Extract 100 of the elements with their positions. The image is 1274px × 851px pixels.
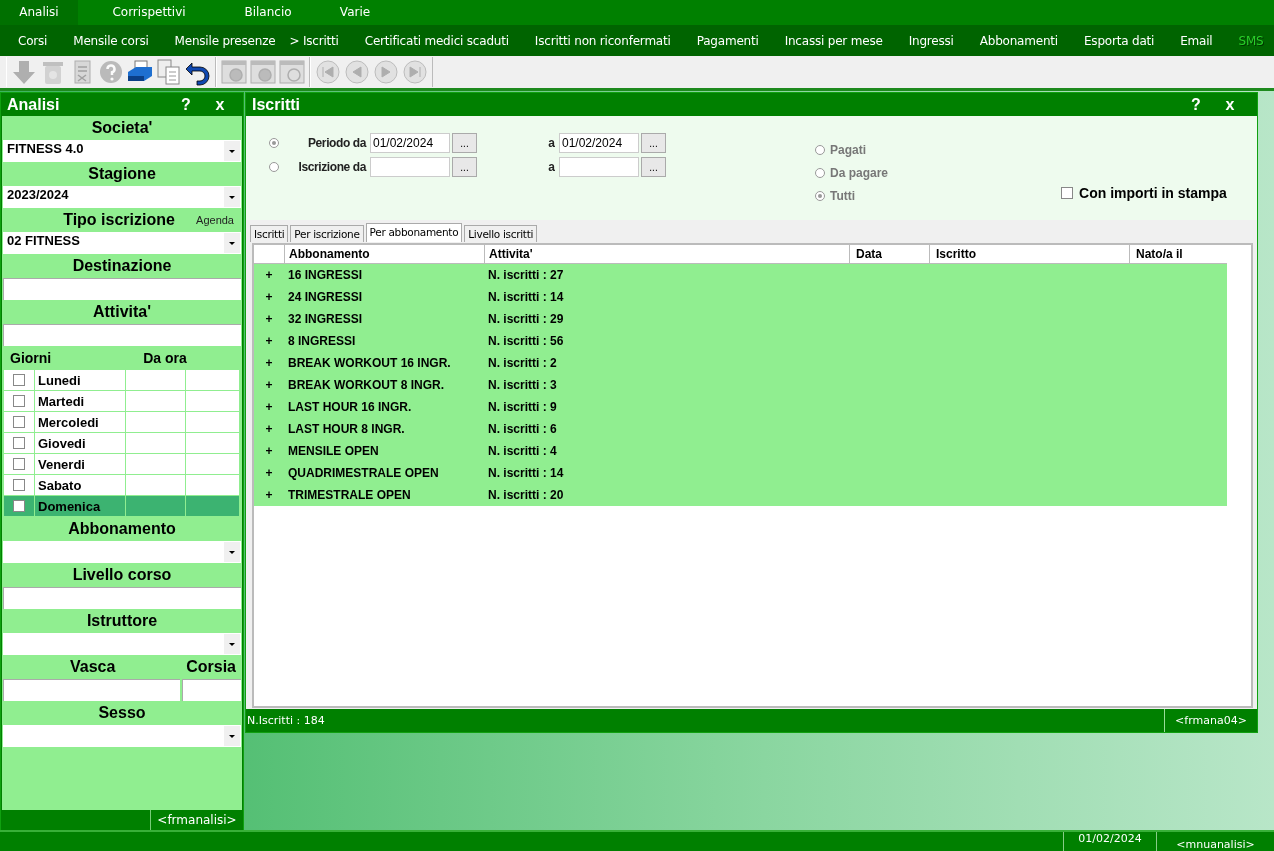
- dropdown-field[interactable]: [3, 633, 241, 655]
- submenu-item[interactable]: Mensile corsi: [73, 33, 149, 48]
- input-field[interactable]: [182, 679, 241, 701]
- submenu-item[interactable]: Incassi per mese: [784, 33, 883, 48]
- day-name: Domenica: [38, 498, 101, 514]
- menu-tab[interactable]: Varie: [316, 0, 394, 25]
- dropdown-field[interactable]: [3, 725, 241, 747]
- input-field[interactable]: [3, 587, 241, 609]
- day-row[interactable]: Venerdi: [4, 454, 240, 475]
- checkbox-label: Con importi in stampa: [1079, 184, 1227, 201]
- day-row[interactable]: Mercoledi: [4, 412, 240, 433]
- tab[interactable]: Livello iscritti: [464, 225, 538, 242]
- dropdown-field[interactable]: 2023/2024: [3, 186, 241, 208]
- menu-tab[interactable]: Bilancio: [220, 0, 316, 25]
- checkbox[interactable]: [13, 416, 25, 428]
- field-label: Iscrizione da: [297, 160, 366, 174]
- window-title: Iscritti: [252, 95, 301, 114]
- radio-button[interactable]: [269, 162, 279, 172]
- input-field[interactable]: [3, 278, 241, 300]
- day-row[interactable]: Giovedi: [4, 433, 240, 454]
- field-label: Attivita': [92, 303, 152, 321]
- day-row[interactable]: Lunedi: [4, 370, 240, 391]
- submenu-item[interactable]: Email: [1180, 33, 1213, 48]
- checkbox[interactable]: [13, 479, 25, 491]
- expand-toggle[interactable]: +: [265, 444, 273, 458]
- table-cell: 24 INGRESSI: [288, 290, 363, 304]
- field-label: Stagione: [87, 165, 157, 183]
- date-field[interactable]: 01/02/2024: [370, 133, 450, 153]
- checkbox[interactable]: [13, 437, 25, 449]
- day-row[interactable]: Domenica: [4, 496, 240, 517]
- help-button[interactable]: ?: [169, 95, 203, 114]
- date-field[interactable]: [559, 157, 639, 177]
- submenu-item[interactable]: Ingressi: [908, 33, 954, 48]
- radio-button[interactable]: [815, 168, 825, 178]
- picker-button[interactable]: ...: [452, 133, 477, 153]
- picker-button[interactable]: ...: [641, 157, 666, 177]
- field-label: Periodo da: [307, 136, 366, 150]
- submenu-item[interactable]: > Iscritti: [289, 33, 339, 48]
- dropdown-field[interactable]: FITNESS 4.0: [3, 140, 241, 162]
- submenu-item[interactable]: Iscritti non riconfermati: [534, 33, 671, 48]
- expand-toggle[interactable]: +: [265, 268, 273, 282]
- expand-toggle[interactable]: +: [265, 400, 273, 414]
- checkbox[interactable]: [13, 500, 25, 512]
- day-row[interactable]: Martedi: [4, 391, 240, 412]
- menu-tab[interactable]: Corrispettivi: [78, 0, 220, 25]
- submenu-item[interactable]: Esporta dati: [1083, 33, 1155, 48]
- field-label: Vasca: [70, 658, 116, 676]
- expand-toggle[interactable]: +: [265, 290, 273, 304]
- help-button[interactable]: ?: [1179, 95, 1213, 114]
- close-button[interactable]: x: [1213, 95, 1247, 114]
- caret-icon: [224, 187, 240, 207]
- picker-button[interactable]: ...: [641, 133, 666, 153]
- date-field[interactable]: 01/02/2024: [559, 133, 639, 153]
- radio-button[interactable]: [269, 138, 279, 148]
- field-label: Societa': [90, 119, 154, 137]
- expand-toggle[interactable]: +: [265, 312, 273, 326]
- day-row[interactable]: Sabato: [4, 475, 240, 496]
- expand-toggle[interactable]: +: [265, 334, 273, 348]
- radio-button[interactable]: [815, 191, 825, 201]
- table-cell: TRIMESTRALE OPEN: [288, 488, 411, 502]
- status-date: 01/02/2024: [1063, 832, 1156, 851]
- expand-toggle[interactable]: +: [265, 356, 273, 370]
- table-cell: N. iscritti : 9: [488, 400, 557, 414]
- table-cell: N. iscritti : 27: [488, 268, 564, 282]
- agenda-link[interactable]: Agenda: [196, 214, 234, 226]
- submenu-item[interactable]: Abbonamenti: [979, 33, 1058, 48]
- picker-button[interactable]: ...: [452, 157, 477, 177]
- day-name: Lunedi: [38, 372, 81, 388]
- field-label: Tipo iscrizione: [62, 211, 176, 229]
- menu-tab[interactable]: Analisi: [0, 0, 78, 25]
- input-field[interactable]: [3, 324, 241, 346]
- form-name: <frmana04>: [1164, 709, 1257, 732]
- dropdown-field[interactable]: 02 FITNESS: [3, 232, 241, 254]
- day-name: Giovedi: [38, 435, 86, 451]
- dropdown-field[interactable]: [3, 541, 241, 563]
- radio-label: Tutti: [830, 189, 856, 203]
- tab[interactable]: Per iscrizione: [290, 225, 364, 242]
- table-cell: N. iscritti : 56: [488, 334, 564, 348]
- radio-button[interactable]: [815, 145, 825, 155]
- expand-toggle[interactable]: +: [265, 466, 273, 480]
- checkbox[interactable]: [13, 458, 25, 470]
- radio-label: Da pagare: [830, 166, 889, 180]
- checkbox[interactable]: [13, 395, 25, 407]
- submenu-item[interactable]: Pagamenti: [696, 33, 759, 48]
- input-field[interactable]: [3, 679, 180, 701]
- submenu-item[interactable]: Corsi: [18, 33, 48, 48]
- expand-toggle[interactable]: +: [265, 422, 273, 436]
- submenu-item[interactable]: Mensile presenze: [174, 33, 276, 48]
- submenu-item[interactable]: Certificati medici scaduti: [364, 33, 509, 48]
- expand-toggle[interactable]: +: [265, 378, 273, 392]
- field-label: Destinazione: [71, 257, 173, 275]
- checkbox[interactable]: [1061, 186, 1074, 199]
- date-field[interactable]: [370, 157, 450, 177]
- tab[interactable]: Per abbonamento: [365, 223, 463, 242]
- table-cell: MENSILE OPEN: [288, 444, 379, 458]
- close-button[interactable]: x: [203, 95, 237, 114]
- tab[interactable]: Iscritti: [250, 225, 289, 242]
- expand-toggle[interactable]: +: [265, 488, 273, 502]
- day-name: Sabato: [38, 477, 82, 493]
- checkbox[interactable]: [13, 374, 25, 386]
